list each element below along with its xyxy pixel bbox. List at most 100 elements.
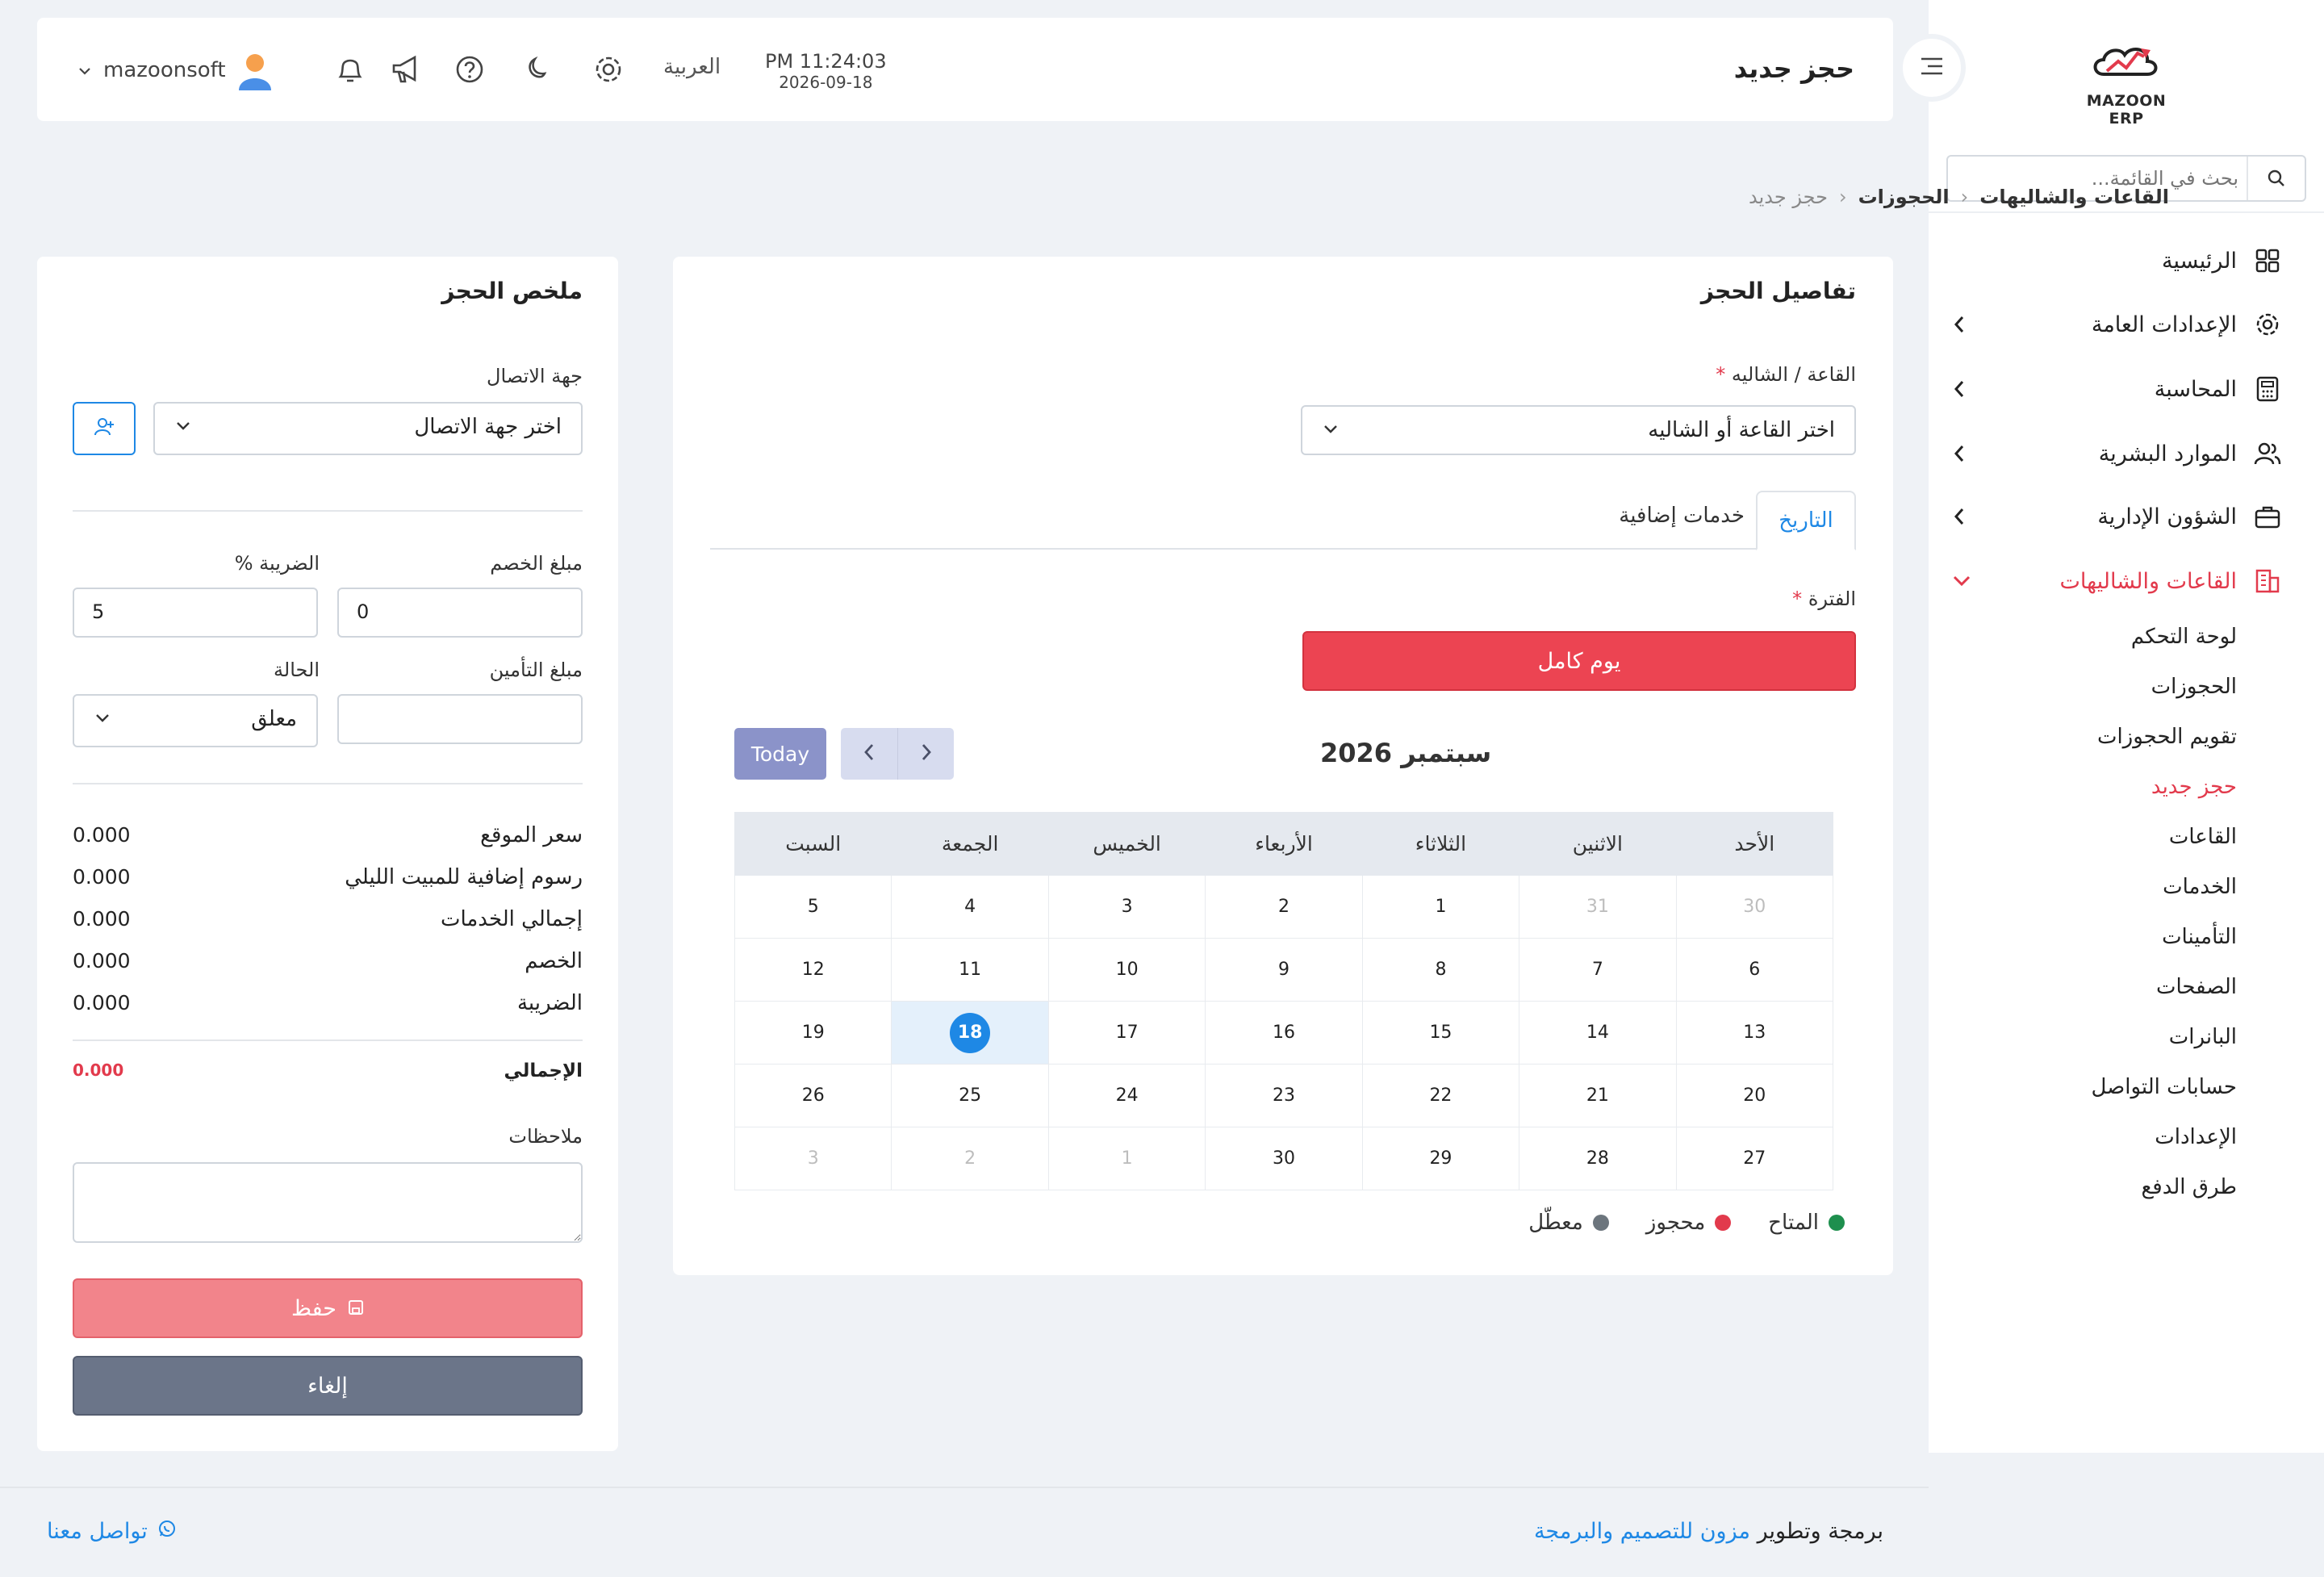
calendar-day-number: 2 <box>1278 897 1290 917</box>
status-select[interactable]: معلق <box>73 694 318 747</box>
calendar-day-cell[interactable]: 30 <box>1675 875 1834 939</box>
legend-dot <box>1715 1215 1732 1231</box>
discount-label: مبلغ الخصم <box>490 552 583 575</box>
add-contact-button[interactable] <box>73 402 136 455</box>
sidebar-subitem-pages[interactable]: الصفحات <box>1995 975 2237 999</box>
calendar-day-cell[interactable]: 7 <box>1519 938 1677 1002</box>
calendar-week-row: 6 7 8 9 10 11 12 <box>734 938 1834 1002</box>
calendar-next-button[interactable] <box>897 728 954 780</box>
calendar-day-cell[interactable]: 31 <box>1519 875 1677 939</box>
sidebar-item-home[interactable]: الرئيسية <box>1951 241 2282 281</box>
sidebar-subitem-social-accounts[interactable]: حسابات التواصل <box>1995 1075 2237 1099</box>
calendar-day-cell[interactable]: 13 <box>1675 1001 1834 1065</box>
sidebar-toggle-button[interactable] <box>1898 34 1966 102</box>
calendar-day-cell[interactable]: 16 <box>1205 1001 1363 1065</box>
calendar-week-row: 20 21 22 23 24 25 26 <box>734 1064 1834 1127</box>
calendar-day-cell[interactable]: 22 <box>1361 1064 1520 1127</box>
calendar-day-cell-today[interactable]: 18 <box>891 1001 1049 1065</box>
full-day-button[interactable]: يوم كامل <box>1302 631 1856 691</box>
calendar-day-number: 21 <box>1586 1085 1609 1106</box>
sidebar-item-hr[interactable]: الموارد البشرية <box>1951 433 2282 474</box>
calendar-day-cell[interactable]: 24 <box>1047 1064 1206 1127</box>
hall-select[interactable]: اختر القاعة أو الشاليه <box>1301 405 1856 455</box>
breadcrumb-root[interactable]: القاعات والشاليهات <box>1979 186 2169 208</box>
calendar-day-cell[interactable]: 27 <box>1675 1127 1834 1190</box>
hall-label: القاعة / الشاليه * <box>1716 363 1856 386</box>
avatar[interactable] <box>236 52 274 95</box>
help-icon[interactable] <box>452 52 487 87</box>
language-switch[interactable]: العربية <box>663 55 721 79</box>
calendar-day-cell[interactable]: 15 <box>1361 1001 1520 1065</box>
calendar-day-cell[interactable]: 20 <box>1675 1064 1834 1127</box>
sidebar-subitem-bookings[interactable]: الحجوزات <box>1995 675 2237 699</box>
sidebar-subitem-settings[interactable]: الإعدادات <box>1995 1125 2237 1149</box>
user-name[interactable]: mazoonsoft <box>103 58 226 82</box>
calendar-day-cell[interactable]: 17 <box>1047 1001 1206 1065</box>
calendar-day-cell[interactable]: 6 <box>1675 938 1834 1002</box>
chevron-left-icon <box>1951 506 1967 533</box>
tax-input[interactable]: 5 <box>73 588 318 638</box>
calendar-day-cell[interactable]: 25 <box>891 1064 1049 1127</box>
sidebar-item-general-settings[interactable]: الإعدادات العامة <box>1951 304 2282 345</box>
sidebar-subitem-banners[interactable]: البانرات <box>1995 1025 2237 1049</box>
calendar-day-cell[interactable]: 8 <box>1361 938 1520 1002</box>
settings-gear-icon[interactable] <box>591 52 626 87</box>
calendar-day-cell[interactable]: 14 <box>1519 1001 1677 1065</box>
sidebar-subitem-new-booking[interactable]: حجز جديد <box>1995 775 2237 799</box>
calendar-day-cell[interactable]: 5 <box>734 875 892 939</box>
sidebar-subitem-halls[interactable]: القاعات <box>1995 825 2237 849</box>
calendar-day-cell[interactable]: 2 <box>891 1127 1049 1190</box>
app-logo[interactable]: MAZOON ERP <box>2078 39 2175 128</box>
calendar-day-cell[interactable]: 2 <box>1205 875 1363 939</box>
cancel-button[interactable]: إلغاء <box>73 1356 583 1416</box>
calendar-day-cell[interactable]: 28 <box>1519 1127 1677 1190</box>
calendar-day-cell[interactable]: 30 <box>1205 1127 1363 1190</box>
discount-input[interactable]: 0 <box>337 588 583 638</box>
summary-row-total: الإجمالي 0.000 <box>73 1060 583 1081</box>
calendar-day-cell[interactable]: 12 <box>734 938 892 1002</box>
notes-textarea[interactable] <box>73 1162 583 1243</box>
search-icon[interactable] <box>2247 157 2305 200</box>
building-icon <box>2253 567 2282 596</box>
calendar-day-cell[interactable]: 10 <box>1047 938 1206 1002</box>
sidebar-item-accounting[interactable]: المحاسبة <box>1951 369 2282 409</box>
calendar-day-cell[interactable]: 1 <box>1047 1127 1206 1190</box>
calendar-day-number: 17 <box>1115 1023 1139 1043</box>
calendar-day-cell[interactable]: 1 <box>1361 875 1520 939</box>
tab-extra-services[interactable]: خدمات إضافية <box>1619 504 1745 528</box>
calendar-day-cell[interactable]: 3 <box>1047 875 1206 939</box>
notifications-bell-icon[interactable] <box>332 52 368 87</box>
breadcrumb-section[interactable]: الحجوزات <box>1858 186 1950 208</box>
calendar-day-cell[interactable]: 26 <box>734 1064 892 1127</box>
calendar-day-number: 5 <box>807 897 819 917</box>
announcement-megaphone-icon[interactable] <box>389 52 424 87</box>
calendar-day-cell[interactable]: 23 <box>1205 1064 1363 1127</box>
calendar-day-number: 2 <box>964 1148 976 1169</box>
sidebar-subitem-bookings-calendar[interactable]: تقويم الحجوزات <box>1995 725 2237 749</box>
calendar-day-cell[interactable]: 21 <box>1519 1064 1677 1127</box>
save-button[interactable]: حفظ <box>73 1278 583 1338</box>
sidebar-subitem-services[interactable]: الخدمات <box>1995 875 2237 899</box>
sidebar-item-admin-affairs[interactable]: الشؤون الإدارية <box>1951 496 2282 537</box>
insurance-input[interactable] <box>337 694 583 744</box>
calendar-day-number: 19 <box>801 1023 825 1043</box>
sidebar-subitem-dashboard[interactable]: لوحة التحكم <box>1995 625 2237 649</box>
sidebar-item-label: الإعدادات العامة <box>2091 312 2237 337</box>
calendar-day-cell[interactable]: 11 <box>891 938 1049 1002</box>
tab-date[interactable]: التاريخ <box>1756 491 1856 550</box>
calendar-day-cell[interactable]: 19 <box>734 1001 892 1065</box>
contact-us-link[interactable]: تواصل معنا <box>47 1519 177 1544</box>
calendar-day-cell[interactable]: 3 <box>734 1127 892 1190</box>
calendar-day-cell[interactable]: 29 <box>1361 1127 1520 1190</box>
sidebar-subitem-insurances[interactable]: التأمينات <box>1995 925 2237 949</box>
chevron-down-icon[interactable] <box>77 65 92 80</box>
calendar-day-cell[interactable]: 9 <box>1205 938 1363 1002</box>
company-link[interactable]: مزون للتصميم والبرمجة <box>1534 1519 1750 1544</box>
dark-mode-moon-icon[interactable] <box>518 52 554 87</box>
sidebar-item-halls-chalets[interactable]: القاعات والشاليهات <box>1951 561 2282 601</box>
calendar-prev-button[interactable] <box>841 728 897 780</box>
sidebar-subitem-payment-methods[interactable]: طرق الدفع <box>1995 1175 2237 1199</box>
today-button[interactable]: Today <box>734 728 826 780</box>
calendar-day-cell[interactable]: 4 <box>891 875 1049 939</box>
contact-select[interactable]: اختر جهة الاتصال <box>153 402 583 455</box>
